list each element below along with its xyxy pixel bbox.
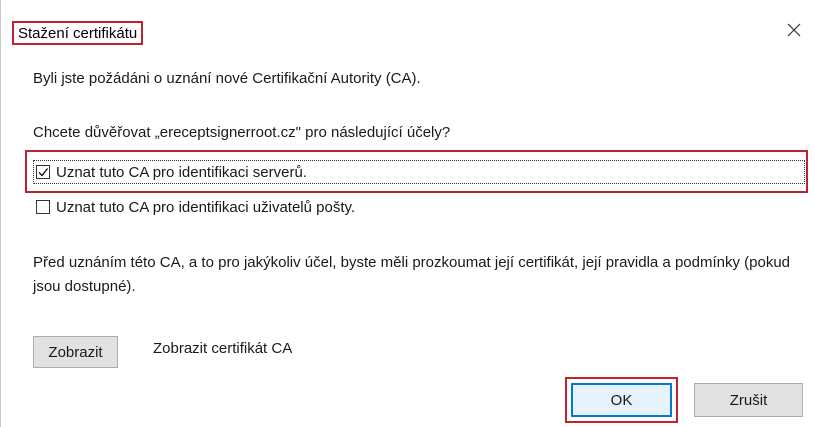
- dialog-title: Stažení certifikátu: [12, 21, 144, 45]
- mail-option-label[interactable]: Uznat tuto CA pro identifikaci uživatelů…: [56, 199, 355, 216]
- cancel-button[interactable]: Zrušit: [694, 383, 803, 417]
- view-certificate-description: Zobrazit certifikát CA: [153, 340, 293, 357]
- view-certificate-button[interactable]: Zobrazit: [33, 336, 118, 368]
- server-checkbox[interactable]: [36, 165, 50, 179]
- trust-question: Chcete důvěřovat „ereceptsignerroot.cz" …: [33, 124, 451, 141]
- cancel-button-label: Zrušit: [729, 391, 768, 409]
- window-border: [0, 0, 1, 427]
- close-icon: [787, 23, 801, 41]
- option-mail-identification[interactable]: Uznat tuto CA pro identifikaci uživatelů…: [33, 195, 355, 219]
- title-bar[interactable]: Stažení certifikátu: [0, 0, 815, 56]
- warning-text: Před uznáním této CA, a to pro jakýkoliv…: [33, 254, 791, 295]
- intro-text: Byli jste požádáni o uznání nové Certifi…: [33, 70, 421, 87]
- server-option-label[interactable]: Uznat tuto CA pro identifikaci serverů.: [56, 164, 307, 181]
- checkmark-icon: [38, 168, 49, 177]
- certificate-download-dialog: Stažení certifikátu Byli jste požádáni o…: [0, 0, 815, 427]
- ok-button-label: OK: [610, 391, 633, 409]
- close-button[interactable]: [779, 18, 809, 46]
- dialog-title-text: Stažení certifikátu: [18, 24, 138, 42]
- option-server-identification[interactable]: Uznat tuto CA pro identifikaci serverů.: [33, 160, 805, 184]
- ok-button[interactable]: OK: [571, 383, 672, 417]
- mail-checkbox[interactable]: [36, 200, 50, 214]
- view-button-label: Zobrazit: [48, 343, 103, 361]
